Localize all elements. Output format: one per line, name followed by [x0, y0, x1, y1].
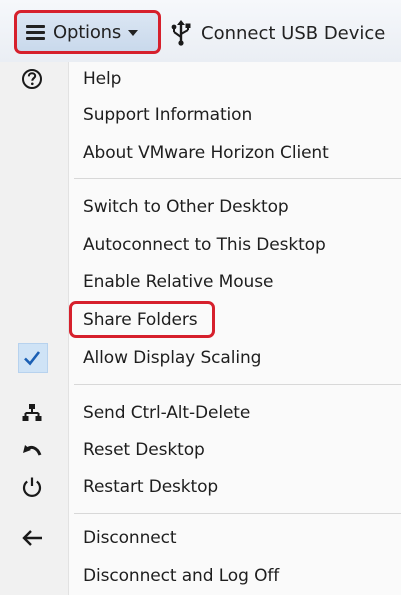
usb-label: Connect USB Device [201, 22, 386, 44]
chevron-down-icon [128, 30, 139, 36]
menu-item-about[interactable]: About VMware Horizon Client [0, 136, 401, 170]
menu-item-allow-display-scaling[interactable]: Allow Display Scaling [0, 341, 401, 375]
menu-separator [74, 513, 401, 514]
toolbar: Options Connect USB Device [0, 0, 401, 62]
menu-item-label: Reset Desktop [83, 440, 205, 460]
undo-arrow-icon [22, 442, 42, 458]
menu-item-enable-relative-mouse[interactable]: Enable Relative Mouse [0, 265, 401, 299]
menu-item-label: Send Ctrl-Alt-Delete [83, 403, 251, 423]
menu-item-send-ctrl-alt-delete[interactable]: Send Ctrl-Alt-Delete [0, 396, 401, 430]
menu-item-label: About VMware Horizon Client [83, 143, 329, 163]
options-dropdown-menu: Help Support Information About VMware Ho… [0, 62, 401, 595]
menu-item-label: Allow Display Scaling [83, 348, 262, 368]
menu-item-label: Enable Relative Mouse [83, 272, 274, 292]
menu-item-disconnect-and-log-off[interactable]: Disconnect and Log Off [0, 559, 401, 593]
menu-separator [74, 384, 401, 385]
menu-item-support-information[interactable]: Support Information [0, 98, 401, 132]
menu-item-label: Disconnect [83, 528, 177, 548]
usb-icon [171, 20, 191, 46]
hamburger-icon [26, 24, 45, 40]
menu-item-label: Restart Desktop [83, 477, 219, 497]
menu-item-switch-desktop[interactable]: Switch to Other Desktop [0, 190, 401, 224]
menu-item-label: Disconnect and Log Off [83, 566, 280, 586]
menu-item-label: Autoconnect to This Desktop [83, 235, 326, 255]
menu-item-reset-desktop[interactable]: Reset Desktop [0, 433, 401, 467]
menu-item-autoconnect[interactable]: Autoconnect to This Desktop [0, 228, 401, 262]
menu-item-label: Support Information [83, 105, 253, 125]
power-icon [21, 476, 43, 498]
menu-item-label: Help [83, 69, 122, 89]
question-circle-icon [21, 68, 43, 90]
network-icon [22, 403, 42, 423]
menu-item-disconnect[interactable]: Disconnect [0, 521, 401, 555]
checkmark-icon [23, 350, 41, 366]
options-label: Options [53, 21, 122, 43]
menu-item-help[interactable]: Help [0, 62, 401, 96]
back-arrow-icon [21, 529, 43, 547]
share-folders-highlight [69, 301, 215, 338]
menu-item-restart-desktop[interactable]: Restart Desktop [0, 470, 401, 504]
menu-item-label: Switch to Other Desktop [83, 197, 289, 217]
menu-separator [74, 178, 401, 179]
connect-usb-device-button[interactable]: Connect USB Device [170, 17, 385, 49]
options-menu-button[interactable]: Options [14, 10, 161, 54]
